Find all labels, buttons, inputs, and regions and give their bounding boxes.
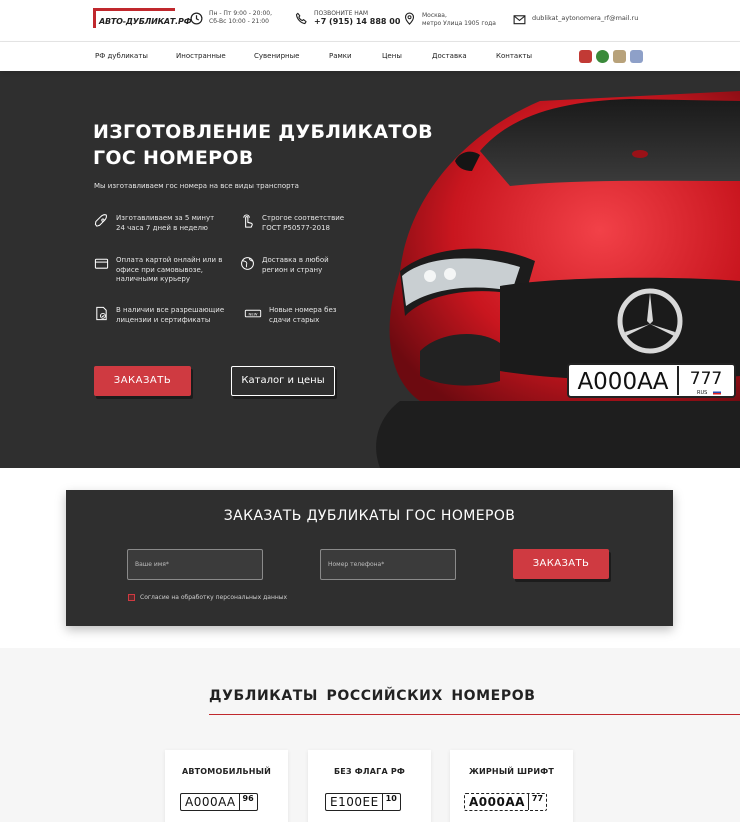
catalog-card-no-flag[interactable]: БЕЗ ФЛАГА РФ Е100ЕЕ 10 bbox=[308, 750, 431, 822]
order-form: ЗАКАЗАТЬ ДУБЛИКАТЫ ГОС НОМЕРОВ ЗАКАЗАТЬ … bbox=[66, 490, 673, 626]
feature-gost: Строгое соответствие ГОСТ Р50577-2018 bbox=[240, 214, 355, 233]
email-block[interactable]: dublikat_aytonomera_rf@mail.ru bbox=[513, 14, 638, 26]
catalog-card-bold-font[interactable]: ЖИРНЫЙ ШРИФТ А000АА 77 bbox=[450, 750, 573, 822]
phone-input[interactable] bbox=[321, 550, 455, 579]
nav-item-frames[interactable]: Рамки bbox=[329, 52, 352, 60]
catalog-section: ДУБЛИКАТЫ РОССИЙСКИХ НОМЕРОВ АВТОМОБИЛЬН… bbox=[0, 648, 740, 822]
globe-icon bbox=[241, 257, 254, 270]
email-address[interactable]: dublikat_aytonomera_rf@mail.ru bbox=[532, 14, 638, 22]
svg-text:NEW: NEW bbox=[249, 312, 258, 316]
hero-section: ИЗГОТОВЛЕНИЕ ДУБЛИКАТОВ ГОС НОМЕРОВ Мы и… bbox=[0, 71, 740, 468]
feature-speed: Изготавливаем за 5 минут 24 часа 7 дней … bbox=[94, 214, 224, 233]
mail-icon bbox=[513, 15, 526, 25]
plate-preview: А000АА 77 bbox=[464, 793, 548, 811]
feature-new-plates: NEW Новые номера без сдачи старых bbox=[244, 306, 356, 325]
nav-item-souvenir[interactable]: Сувенирные bbox=[254, 52, 299, 60]
submit-order-button[interactable]: ЗАКАЗАТЬ bbox=[513, 549, 609, 579]
emblem-icons bbox=[579, 50, 643, 63]
feature-text: Строгое соответствие ГОСТ Р50577-2018 bbox=[262, 214, 345, 232]
logo-text: АВТО-ДУБЛИКАТ.РФ bbox=[99, 17, 192, 26]
phone-number[interactable]: +7 (915) 14 888 00 bbox=[314, 17, 400, 26]
feature-text: В наличии все разрешающие лицензии и сер… bbox=[116, 306, 225, 324]
location-pin-icon bbox=[404, 12, 415, 25]
nav-item-rf-duplicates[interactable]: РФ дубликаты bbox=[95, 52, 148, 60]
feature-delivery: Доставка в любой регион и страну bbox=[240, 256, 355, 275]
logo[interactable]: АВТО-ДУБЛИКАТ.РФ bbox=[93, 8, 192, 32]
phone-icon bbox=[295, 12, 307, 25]
rocket-icon bbox=[94, 214, 107, 227]
plate-number: А000АА bbox=[185, 795, 236, 809]
phone-block[interactable]: ПОЗВОНИТЕ НАМ +7 (915) 14 888 00 bbox=[295, 10, 400, 27]
nav-item-contacts[interactable]: Контакты bbox=[496, 52, 532, 60]
working-hours: Пн - Пт 9:00 - 20:00, Сб-Вс 10:00 - 21:0… bbox=[190, 10, 272, 26]
nav-item-delivery[interactable]: Доставка bbox=[432, 52, 467, 60]
catalog-title: ДУБЛИКАТЫ РОССИЙСКИХ НОМЕРОВ bbox=[209, 688, 536, 704]
catalog-prices-button[interactable]: Каталог и цены bbox=[231, 366, 335, 396]
red-car-image: А000АА 777 RUS bbox=[376, 91, 740, 468]
plate-number: А000АА bbox=[469, 795, 525, 809]
nav-item-prices[interactable]: Цены bbox=[382, 52, 402, 60]
hand-pointer-icon bbox=[243, 214, 253, 228]
name-input[interactable] bbox=[128, 550, 262, 579]
feature-payment: Оплата картой онлайн или в офисе при сам… bbox=[94, 256, 224, 285]
name-field[interactable] bbox=[127, 549, 263, 580]
plate-region: 77 bbox=[527, 794, 546, 810]
card-title: БЕЗ ФЛАГА РФ bbox=[333, 767, 406, 776]
feature-text: Новые номера без сдачи старых bbox=[269, 306, 337, 324]
feature-text: Доставка в любой регион и страну bbox=[262, 256, 329, 274]
consent-label: Согласие на обработку персональных данны… bbox=[140, 594, 288, 601]
clock-icon bbox=[190, 12, 203, 25]
plate-number: Е100ЕЕ bbox=[330, 795, 379, 809]
feature-text: Оплата картой онлайн или в офисе при сам… bbox=[116, 256, 223, 283]
address-line-1: Москва, bbox=[422, 12, 447, 19]
new-badge-icon: NEW bbox=[244, 309, 262, 318]
consent-checkbox-row[interactable]: Согласие на обработку персональных данны… bbox=[128, 594, 287, 601]
catalog-card-automobile[interactable]: АВТОМОБИЛЬНЫЙ А000АА 96 bbox=[165, 750, 288, 822]
plate-preview: А000АА 96 bbox=[180, 793, 258, 811]
order-form-title: ЗАКАЗАТЬ ДУБЛИКАТЫ ГОС НОМЕРОВ bbox=[223, 508, 516, 524]
hero-subtitle: Мы изготавливаем гос номера на все виды … bbox=[94, 182, 299, 190]
card-title: ЖИРНЫЙ ШРИФТ bbox=[468, 767, 555, 776]
wallet-icon bbox=[94, 258, 109, 269]
police-emblem-icon bbox=[613, 50, 626, 63]
phone-field[interactable] bbox=[320, 549, 456, 580]
consent-checkbox[interactable] bbox=[128, 594, 135, 601]
certificate-icon bbox=[96, 306, 107, 321]
plate-preview: Е100ЕЕ 10 bbox=[325, 793, 401, 811]
plate-region: 10 bbox=[381, 794, 400, 810]
plate-region: 96 bbox=[238, 794, 257, 810]
catalog-divider bbox=[209, 714, 740, 715]
hero-plate-region: 777 bbox=[690, 369, 722, 389]
feature-licenses: В наличии все разрешающие лицензии и сер… bbox=[94, 306, 232, 325]
moscow-emblem-icon bbox=[579, 50, 592, 63]
card-title: АВТОМОБИЛЬНЫЙ bbox=[181, 767, 272, 776]
hero-plate-country: RUS bbox=[697, 390, 707, 396]
hours-line-1: Пн - Пт 9:00 - 20:00, bbox=[209, 10, 272, 17]
address-block: Москва, метро Улица 1905 года bbox=[403, 10, 496, 28]
hero-order-button[interactable]: ЗАКАЗАТЬ bbox=[94, 366, 191, 396]
feature-text: Изготавливаем за 5 минут 24 часа 7 дней … bbox=[116, 214, 215, 232]
hours-line-2: Сб-Вс 10:00 - 21:00 bbox=[209, 18, 269, 25]
eagle-emblem-icon bbox=[630, 50, 643, 63]
top-bar: АВТО-ДУБЛИКАТ.РФ Пн - Пт 9:00 - 20:00, С… bbox=[0, 0, 740, 42]
hero-plate-number: А000АА bbox=[577, 369, 668, 395]
nav-item-foreign[interactable]: Иностранные bbox=[176, 52, 226, 60]
main-nav: РФ дубликаты Иностранные Сувенирные Рамк… bbox=[0, 42, 740, 71]
eco-emblem-icon bbox=[596, 50, 609, 63]
address-line-2: метро Улица 1905 года bbox=[422, 20, 496, 27]
